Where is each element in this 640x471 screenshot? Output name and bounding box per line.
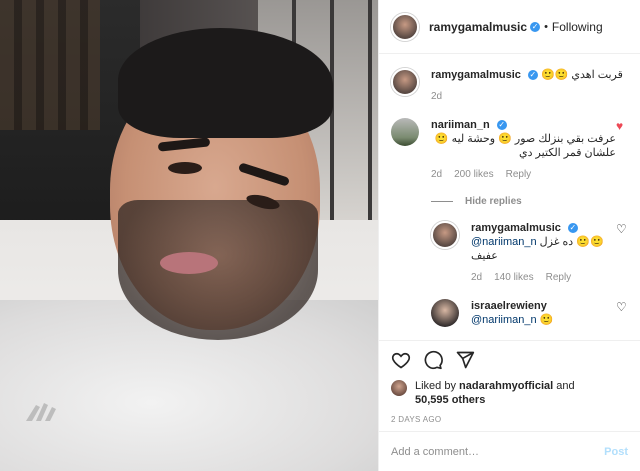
hide-replies-button[interactable]: Hide replies: [431, 196, 628, 207]
post-date[interactable]: 2 DAYS AGO: [391, 415, 628, 424]
author-avatar[interactable]: [391, 12, 419, 41]
post-comment-button[interactable]: Post: [604, 446, 628, 458]
reply-body: israaelrewieny @nariiman_n 🙂: [471, 299, 616, 327]
author-username[interactable]: ramygamalmusic: [429, 20, 527, 34]
photo-shelf: [0, 0, 100, 130]
heart-outline-icon[interactable]: ♡: [616, 301, 628, 313]
reply-avatar[interactable]: [431, 221, 459, 249]
reply-meta: 2d 140 likes Reply: [471, 271, 616, 285]
caption-meta: 2d: [431, 90, 628, 104]
reply-time[interactable]: 2d: [471, 271, 482, 285]
instagram-post: ramygamalmusic ✓ • Following ramygamalmu…: [0, 0, 640, 471]
reply-mention[interactable]: @nariiman_n: [471, 314, 537, 326]
caption-body: ramygamalmusic ✓ قربت اهدي 🙂🙂 2d: [431, 68, 628, 104]
comment-username[interactable]: nariiman_n: [431, 119, 490, 131]
photo-hair: [118, 28, 333, 138]
reply-reply-button[interactable]: Reply: [546, 271, 572, 285]
reply-text: 🙂: [539, 314, 554, 326]
verified-badge-icon: ✓: [527, 70, 538, 81]
comment-reply-button[interactable]: Reply: [506, 168, 532, 182]
liker-avatar[interactable]: [391, 380, 407, 396]
post-header: ramygamalmusic ✓ • Following: [379, 0, 640, 54]
heart-outline-icon[interactable]: ♡: [616, 223, 628, 235]
reply-body: ramygamalmusic ✓ @nariiman_n 🙂🙂 ده غزل عف…: [471, 221, 616, 285]
likes-others[interactable]: 50,595 others: [415, 394, 485, 406]
likes-summary: Liked by nadarahmyofficial and 50,595 ot…: [391, 379, 628, 407]
verified-badge-icon: ✓: [567, 223, 578, 234]
comment-bubble-icon[interactable]: [423, 350, 443, 370]
reply-username[interactable]: israaelrewieny: [471, 300, 547, 312]
comments-list[interactable]: ramygamalmusic ✓ قربت اهدي 🙂🙂 2d nariiman…: [379, 56, 640, 340]
hide-replies-label: Hide replies: [465, 196, 522, 207]
reply-item: ramygamalmusic ✓ @nariiman_n 🙂🙂 ده غزل عف…: [431, 221, 628, 285]
heart-filled-icon[interactable]: ♥: [616, 120, 628, 132]
post-side-panel: ramygamalmusic ✓ • Following ramygamalmu…: [378, 0, 640, 471]
photo-lips: [160, 252, 218, 274]
comment-item: nariiman_n ✓ عرفت بقي بنزلك صور 🙂 وحشة لي…: [391, 118, 628, 182]
reply-mention[interactable]: @nariiman_n: [471, 236, 537, 248]
share-send-icon[interactable]: [455, 350, 475, 370]
shirt-logo-icon: [26, 403, 56, 421]
header-separator: •: [544, 20, 548, 33]
add-comment-bar: Add a comment… Post: [379, 431, 640, 471]
post-photo[interactable]: [0, 0, 378, 471]
following-button[interactable]: Following: [552, 20, 603, 34]
caption: ramygamalmusic ✓ قربت اهدي 🙂🙂 2d: [391, 68, 628, 104]
hide-replies-line: [431, 201, 453, 202]
reply-likes[interactable]: 140 likes: [494, 271, 533, 285]
comment-avatar[interactable]: [391, 118, 419, 146]
likes-text: Liked by nadarahmyofficial and 50,595 ot…: [415, 379, 575, 407]
like-heart-icon[interactable]: [391, 350, 411, 370]
likes-prefix: Liked by: [415, 380, 456, 392]
photo-eye-left: [168, 162, 202, 174]
caption-text: قربت اهدي 🙂🙂: [540, 69, 623, 81]
caption-time[interactable]: 2d: [431, 90, 442, 104]
comment-meta: 2d 200 likes Reply: [431, 168, 616, 182]
likes-user[interactable]: nadarahmyofficial: [459, 380, 553, 392]
comment-likes[interactable]: 200 likes: [454, 168, 493, 182]
photo-beard: [118, 200, 318, 340]
reply-username[interactable]: ramygamalmusic: [471, 222, 561, 234]
verified-badge-icon: ✓: [496, 120, 507, 131]
reply-avatar[interactable]: [431, 299, 459, 327]
action-icons: [391, 349, 628, 371]
reply-item: israaelrewieny @nariiman_n 🙂 ♡: [431, 299, 628, 327]
verified-badge-icon: ✓: [530, 21, 541, 32]
comment-body: nariiman_n ✓ عرفت بقي بنزلك صور 🙂 وحشة لي…: [431, 118, 616, 182]
comment-time[interactable]: 2d: [431, 168, 442, 182]
add-comment-input[interactable]: Add a comment…: [391, 446, 479, 458]
comment-text: عرفت بقي بنزلك صور 🙂 وحشة ليه 🙂علشان قمر…: [434, 133, 616, 159]
caption-avatar[interactable]: [391, 68, 419, 96]
likes-and: and: [556, 380, 575, 392]
post-actions: Liked by nadarahmyofficial and 50,595 ot…: [379, 340, 640, 424]
caption-username[interactable]: ramygamalmusic: [431, 69, 521, 81]
